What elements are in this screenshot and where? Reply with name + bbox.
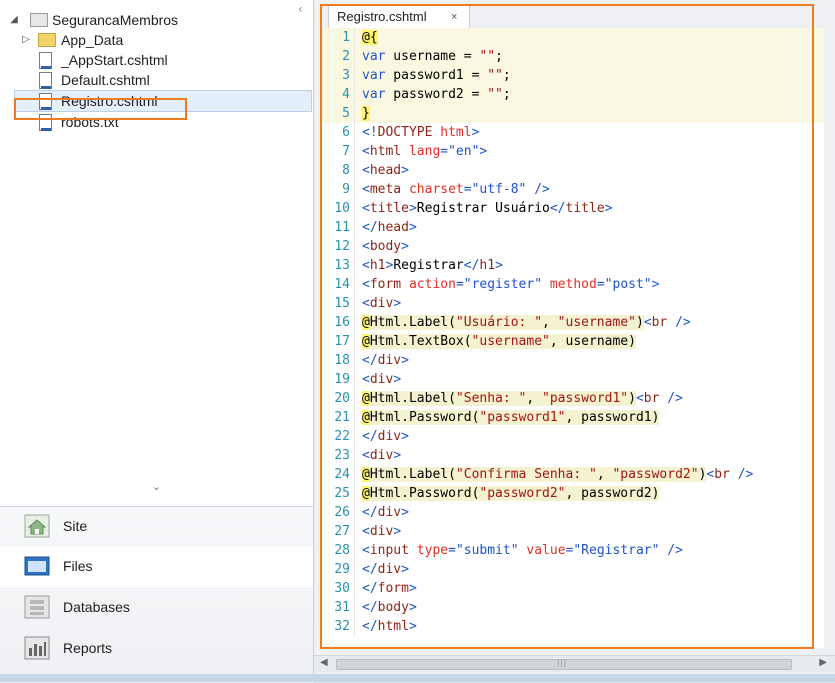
tree-item-label: _AppStart.cshtml (61, 52, 168, 68)
horizontal-scrollbar[interactable]: ◀ ||| ▶ (314, 655, 835, 672)
tree-item-label: App_Data (61, 32, 124, 48)
grip-icon: ||| (557, 659, 568, 667)
window-bottom-edge (0, 674, 835, 682)
scroll-left-icon[interactable]: ◀ (320, 657, 328, 668)
tree-item-label: SegurancaMembros (52, 12, 179, 28)
collapse-arrow-icon[interactable]: ▷ (20, 30, 32, 50)
tree-item-app-data[interactable]: ▷ App_Data (0, 30, 313, 50)
project-folder-icon (30, 13, 48, 27)
folder-icon (38, 33, 56, 47)
scroll-right-icon[interactable]: ▶ (819, 657, 827, 668)
tree-item-root[interactable]: ◢ SegurancaMembros (0, 10, 313, 30)
nav-site[interactable]: Site (0, 507, 313, 547)
file-icon (39, 52, 52, 69)
editor-highlight-box (320, 4, 814, 649)
pane-splitter-icon[interactable]: ⌄ (0, 480, 313, 494)
expand-arrow-icon[interactable]: ◢ (8, 10, 20, 30)
database-icon (24, 595, 50, 619)
nav-databases[interactable]: Databases (0, 588, 313, 628)
selection-highlight-box (14, 98, 187, 120)
nav-reports[interactable]: Reports (0, 629, 313, 669)
nav-label: Reports (63, 640, 113, 656)
home-icon (24, 514, 50, 538)
reports-icon (24, 636, 50, 660)
tree-item-appstart[interactable]: _AppStart.cshtml (0, 50, 313, 70)
files-icon (24, 556, 50, 576)
nav-files[interactable]: Files (0, 547, 313, 587)
nav-label: Files (63, 558, 93, 574)
workspace-nav: Site Files Databases Reports (0, 506, 313, 683)
solution-explorer-pane: ‹ ◢ SegurancaMembros ▷ App_Data _AppStar… (0, 0, 314, 683)
nav-label: Databases (63, 599, 130, 615)
editor-pane: Registro.cshtml × 1 @{ 2 var username = ""… (314, 0, 835, 682)
file-icon (39, 72, 52, 89)
tree-item-label: Default.cshtml (61, 72, 150, 88)
tree-item-default[interactable]: Default.cshtml (0, 70, 313, 90)
nav-label: Site (63, 518, 88, 534)
